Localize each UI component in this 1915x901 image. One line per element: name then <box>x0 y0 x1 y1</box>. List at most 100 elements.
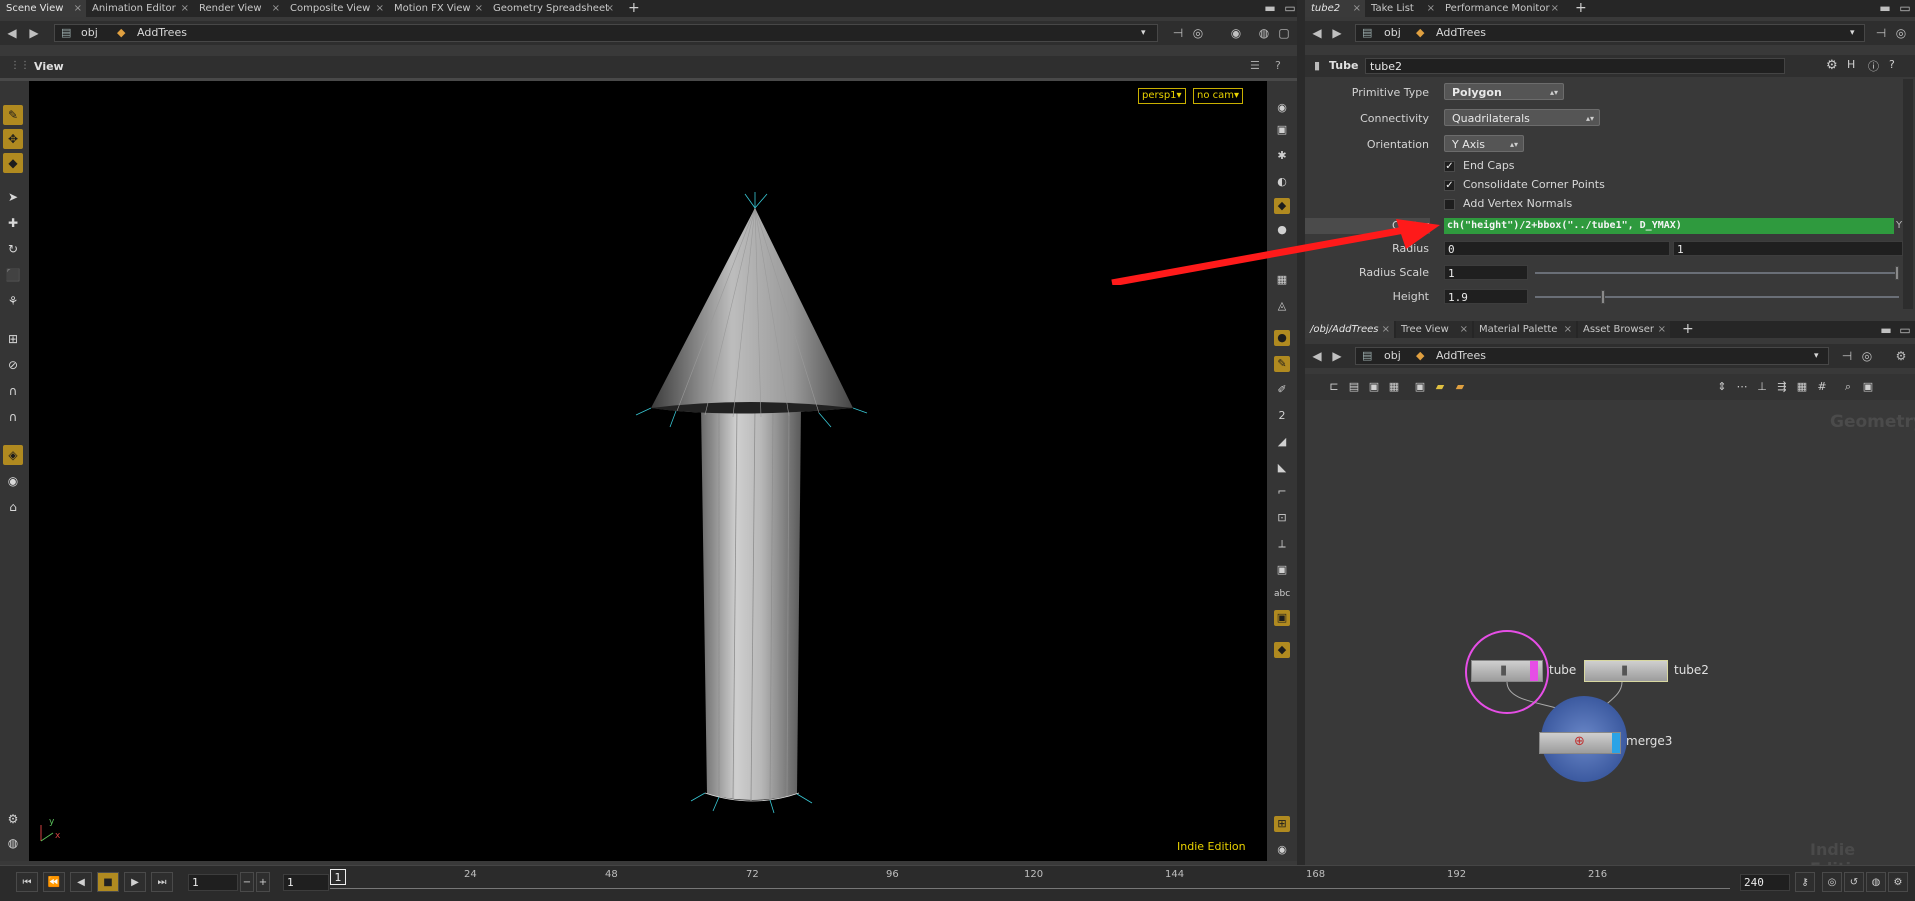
h-icon[interactable]: H <box>1847 58 1855 71</box>
tab-asset-browser[interactable]: Asset Browser × <box>1578 321 1670 338</box>
rotate-icon[interactable]: ↻ <box>3 239 23 259</box>
end-field[interactable]: 240 <box>1740 874 1790 891</box>
tab-scene-view[interactable]: Scene View × <box>0 0 86 17</box>
gear-icon[interactable]: ⚙ <box>1893 348 1909 364</box>
snap-prim-icon[interactable]: ⊘ <box>3 355 23 375</box>
back-icon[interactable]: ◀ <box>1309 25 1325 41</box>
current-frame-marker[interactable]: 1 <box>330 869 346 885</box>
consolidate-checkbox[interactable]: ✓ <box>1444 180 1455 191</box>
snap-point-icon[interactable]: ∩ <box>3 381 23 401</box>
snapshot-icon[interactable]: ◎ <box>1190 25 1206 41</box>
help-icon[interactable]: ? <box>1889 58 1895 71</box>
breadcrumb-obj[interactable]: obj <box>81 25 98 41</box>
breadcrumb-node[interactable]: AddTrees <box>1436 348 1486 364</box>
network-box-icon[interactable]: ▰ <box>1453 380 1467 394</box>
close-icon[interactable]: × <box>606 0 614 17</box>
grid-icon[interactable]: ▦ <box>1795 380 1809 394</box>
pose-icon[interactable]: ✥ <box>3 129 23 149</box>
tube2-node[interactable]: ▮ <box>1584 660 1668 682</box>
first-frame-button[interactable]: ⏮ <box>16 872 38 892</box>
height-slider[interactable] <box>1535 296 1899 298</box>
close-icon[interactable]: × <box>475 0 483 17</box>
path-dropdown-icon[interactable]: ▾ <box>1814 348 1819 364</box>
abc-icon[interactable]: abc <box>1274 586 1290 602</box>
table-icon[interactable]: ▦ <box>1387 380 1401 394</box>
search-icon[interactable]: ⌕ <box>1841 380 1855 394</box>
node-name-field[interactable]: tube2 <box>1365 58 1785 74</box>
tab-motion-fx-view[interactable]: Motion FX View × <box>388 0 487 17</box>
number-icon[interactable]: 2 <box>1274 408 1290 424</box>
pane-menu-icon[interactable]: ▬ <box>1877 0 1893 16</box>
layout-icon[interactable]: ⇕ <box>1715 380 1729 394</box>
grid-list-icon[interactable]: ▣ <box>1367 380 1381 394</box>
step-plus-button[interactable]: + <box>256 872 270 892</box>
paint-icon[interactable]: ✎ <box>1274 356 1290 372</box>
add-tab-icon[interactable]: + <box>628 0 640 17</box>
tree-icon[interactable]: ⊏ <box>1327 380 1341 394</box>
display-list-icon[interactable]: ☰ <box>1250 59 1260 72</box>
path-field[interactable]: ▤ obj ◆ AddTrees ▾ <box>1355 24 1865 42</box>
close-icon[interactable]: × <box>74 0 82 17</box>
close-icon[interactable]: × <box>376 0 384 17</box>
bulb-icon[interactable]: ◆ <box>1274 198 1290 214</box>
orientation-menu[interactable]: Y Axis ▴▾ <box>1444 135 1524 152</box>
forward-icon[interactable]: ▶ <box>1329 25 1345 41</box>
brush-icon[interactable]: ◆ <box>3 153 23 173</box>
close-icon[interactable]: × <box>1564 321 1572 338</box>
close-icon[interactable]: × <box>1460 321 1468 338</box>
display-flag[interactable] <box>1612 733 1620 753</box>
tab-render-view[interactable]: Render View × <box>193 0 284 17</box>
settings-icon[interactable]: ⚙ <box>1888 872 1908 892</box>
path-dropdown-icon[interactable]: ▾ <box>1850 25 1855 41</box>
pane-menu-icon[interactable]: ▬ <box>1878 322 1894 338</box>
radius-scale-field[interactable]: 1 <box>1444 265 1528 280</box>
path-field[interactable]: ▤ obj ◆ AddTrees ▾ <box>1355 347 1829 365</box>
list-icon[interactable]: ▤ <box>1347 380 1361 394</box>
lock-tool-icon[interactable]: ◍ <box>3 833 23 853</box>
close-icon[interactable]: × <box>1382 321 1390 338</box>
close-icon[interactable]: × <box>181 0 189 17</box>
info-icon[interactable]: ⓘ <box>1868 58 1879 74</box>
gear-icon[interactable]: ⚙ <box>1826 58 1838 73</box>
image-icon[interactable]: ▣ <box>1274 610 1290 626</box>
radius-scale-slider[interactable] <box>1535 272 1899 274</box>
tab-obj-addtrees[interactable]: /obj/AddTrees × <box>1305 321 1394 338</box>
tab-composite-view[interactable]: Composite View × <box>284 0 388 17</box>
display-icon[interactable]: ◉ <box>1228 25 1244 41</box>
pin-icon[interactable]: ⊣ <box>1839 348 1855 364</box>
display-flag[interactable] <box>1530 661 1538 681</box>
tube-node[interactable]: ▮ <box>1471 660 1543 682</box>
tab-geometry-spreadsheet[interactable]: Geometry Spreadsheet × <box>487 0 618 17</box>
maximize-icon[interactable]: ▭ <box>1897 322 1913 338</box>
wire-icon[interactable]: ◬ <box>1274 298 1290 314</box>
forward-icon[interactable]: ▶ <box>26 25 42 41</box>
snap-grid-icon[interactable]: ⊞ <box>3 329 23 349</box>
step-minus-button[interactable]: − <box>240 872 254 892</box>
stamp-icon[interactable]: ◣ <box>1274 460 1290 476</box>
viewport[interactable]: persp1▾ no cam▾ Indie Edition y x <box>29 81 1267 861</box>
handle-tool-icon[interactable]: ⚘ <box>3 291 23 311</box>
pane-splitter[interactable] <box>1297 0 1305 865</box>
image-icon[interactable]: ▣ <box>1413 380 1427 394</box>
render-icon[interactable]: ◍ <box>1256 25 1272 41</box>
eye-icon[interactable]: ◉ <box>1274 100 1290 116</box>
param-scrollbar[interactable] <box>1903 79 1913 309</box>
play-button[interactable]: ▶ <box>124 872 146 892</box>
lock-icon[interactable]: ▣ <box>1274 122 1290 138</box>
tab-tube2[interactable]: tube2 × <box>1305 0 1365 17</box>
snapshot-icon[interactable]: ◎ <box>1859 348 1875 364</box>
light-icon[interactable]: ⌂ <box>3 497 23 517</box>
timeline-track[interactable]: 1 24 48 72 96 120 144 168 192 216 <box>330 869 1730 895</box>
close-icon[interactable]: × <box>272 0 280 17</box>
flow-icon[interactable]: ⇶ <box>1775 380 1789 394</box>
connectivity-menu[interactable]: Quadrilaterals ▴▾ <box>1444 109 1600 126</box>
tumble-icon[interactable]: ✎ <box>3 105 23 125</box>
view-options-icon[interactable]: ▢ <box>1276 25 1292 41</box>
stop-button[interactable]: ■ <box>97 872 119 892</box>
back-icon[interactable]: ◀ <box>1309 348 1325 364</box>
corner-icon[interactable]: ⌐ <box>1274 484 1290 500</box>
radius-scale-knob[interactable] <box>1895 266 1899 280</box>
height-knob[interactable] <box>1601 290 1605 304</box>
quad-view-icon[interactable]: ⊞ <box>1274 816 1290 832</box>
close-icon[interactable]: × <box>1427 0 1435 17</box>
